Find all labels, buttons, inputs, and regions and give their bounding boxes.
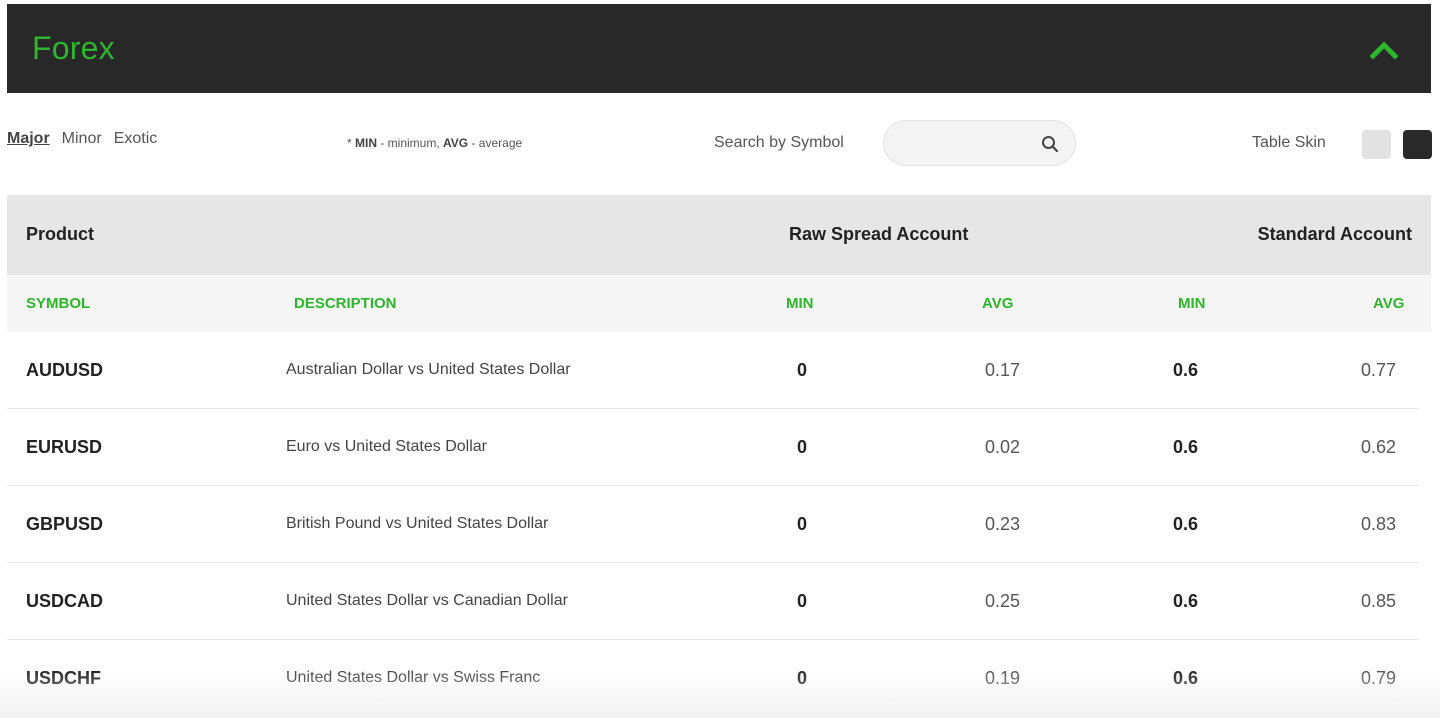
cell-description: British Pound vs United States Dollar [286, 515, 549, 532]
table-row: USDCAD United States Dollar vs Canadian … [7, 563, 1419, 640]
cell-raw-min: 0 [797, 668, 808, 688]
skin-light-swatch[interactable] [1362, 130, 1391, 159]
col-std-avg: AVG [1373, 295, 1405, 312]
cell-description: Euro vs United States Dollar [286, 438, 487, 455]
col-raw-min: MIN [786, 295, 814, 312]
cell-std-avg: 0.85 [1361, 591, 1397, 611]
legend-min-key: MIN [355, 136, 378, 150]
cell-symbol: USDCHF [26, 668, 101, 688]
tab-exotic[interactable]: Exotic [114, 130, 158, 152]
search-icon[interactable] [1041, 135, 1059, 153]
forex-header[interactable]: Forex [7, 4, 1431, 93]
skin-dark-swatch[interactable] [1403, 130, 1432, 159]
legend-avg-text: - average [468, 136, 523, 150]
cell-raw-min: 0 [797, 437, 808, 457]
col-description: DESCRIPTION [294, 295, 397, 312]
cell-std-avg: 0.62 [1361, 437, 1397, 457]
chevron-up-icon[interactable] [1369, 38, 1399, 60]
instrument-filter-tabs: Major Minor Exotic [7, 130, 157, 152]
cell-symbol: USDCAD [26, 591, 104, 611]
cell-std-min: 0.6 [1173, 514, 1199, 534]
col-raw-avg: AVG [982, 295, 1014, 312]
group-standard: Standard Account [1257, 224, 1412, 244]
spread-table: Product Raw Spread Account Standard Acco… [7, 195, 1431, 717]
table-group-header: Product Raw Spread Account Standard Acco… [7, 195, 1431, 275]
tab-major[interactable]: Major [7, 130, 50, 152]
cell-std-avg: 0.79 [1361, 668, 1397, 688]
cell-symbol: GBPUSD [26, 514, 104, 534]
table-skin-label: Table Skin [1252, 134, 1326, 151]
cell-raw-min: 0 [797, 591, 808, 611]
table-row: EURUSD Euro vs United States Dollar 0 0.… [7, 409, 1419, 486]
legend-note: * MIN - minimum, AVG - average [347, 136, 522, 150]
cell-symbol: EURUSD [26, 437, 103, 457]
legend-prefix: * [347, 136, 356, 150]
tab-minor[interactable]: Minor [62, 130, 102, 152]
table-row: AUDUSD Australian Dollar vs United State… [7, 332, 1419, 409]
group-raw-spread: Raw Spread Account [789, 224, 969, 244]
cell-std-min: 0.6 [1173, 591, 1199, 611]
cell-raw-avg: 0.19 [985, 668, 1021, 688]
cell-description: Australian Dollar vs United States Dolla… [286, 361, 571, 378]
cell-description: United States Dollar vs Swiss Franc [286, 669, 541, 686]
cell-raw-min: 0 [797, 360, 808, 380]
col-symbol: SYMBOL [26, 295, 91, 312]
cell-std-min: 0.6 [1173, 437, 1199, 457]
cell-raw-avg: 0.23 [985, 514, 1021, 534]
cell-raw-avg: 0.17 [985, 360, 1021, 380]
legend-avg-key: AVG [443, 136, 469, 150]
cell-std-avg: 0.83 [1361, 514, 1397, 534]
cell-std-min: 0.6 [1173, 360, 1199, 380]
cell-raw-min: 0 [797, 514, 808, 534]
cell-symbol: AUDUSD [26, 360, 104, 380]
cell-std-avg: 0.77 [1361, 360, 1397, 380]
group-product: Product [26, 224, 95, 244]
cell-raw-avg: 0.25 [985, 591, 1021, 611]
cell-std-min: 0.6 [1173, 668, 1199, 688]
table-column-header: SYMBOL DESCRIPTION MIN AVG MIN AVG [7, 275, 1431, 332]
section-title: Forex [32, 30, 115, 66]
legend-min-text: - minimum, [377, 136, 444, 150]
col-std-min: MIN [1178, 295, 1206, 312]
search-label: Search by Symbol [714, 134, 844, 151]
cell-description: United States Dollar vs Canadian Dollar [286, 592, 568, 609]
search-input[interactable] [902, 133, 1032, 155]
search-box [883, 120, 1076, 166]
table-row: USDCHF United States Dollar vs Swiss Fra… [7, 640, 1419, 717]
cell-raw-avg: 0.02 [985, 437, 1021, 457]
table-row: GBPUSD British Pound vs United States Do… [7, 486, 1419, 563]
